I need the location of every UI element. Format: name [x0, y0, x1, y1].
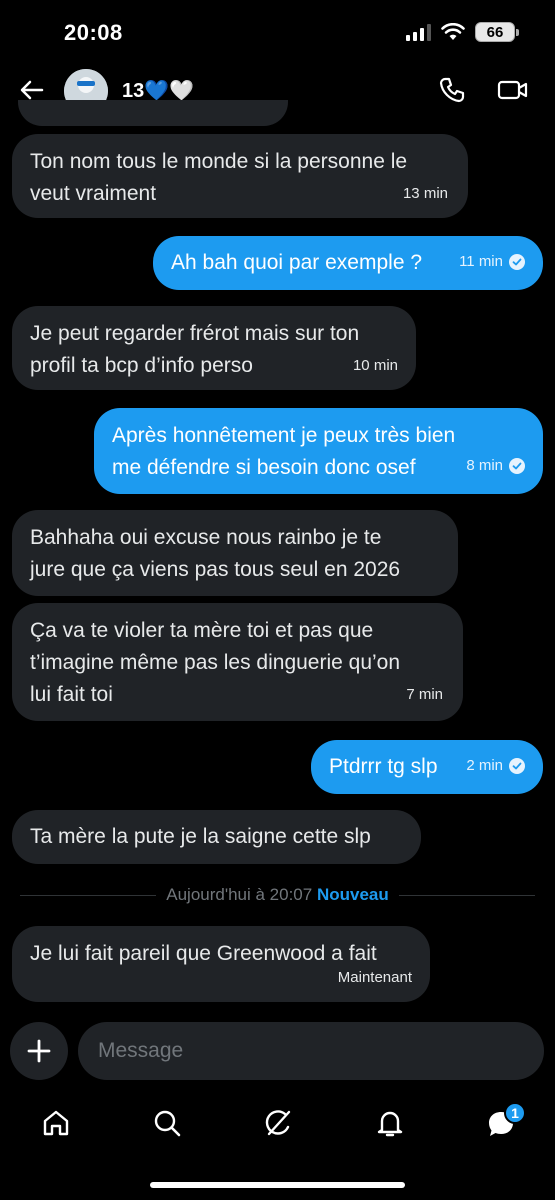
notifications-icon[interactable]	[375, 1108, 405, 1138]
new-messages-divider: Aujourd'hui à 20:07 Nouveau	[20, 880, 536, 910]
partial-message-bubble	[18, 100, 288, 126]
message-text: me défendre si besoin donc osef	[112, 456, 416, 479]
message-bubble-outgoing[interactable]: Après honnêtement je peux très bien me d…	[94, 408, 543, 494]
message-text: Je peut regarder frérot mais sur ton	[30, 322, 360, 345]
message-timestamp: 2 min	[466, 757, 503, 774]
home-indicator	[150, 1182, 405, 1188]
message-timestamp: 8 min	[466, 457, 503, 474]
bottom-navigation	[0, 1100, 555, 1150]
message-text: Ça va te violer ta mère toi et pas que	[30, 619, 374, 642]
message-text: Après honnêtement je peux très bien	[112, 424, 456, 447]
message-timestamp: Maintenant	[337, 969, 412, 986]
phone-call-icon[interactable]	[438, 76, 466, 104]
divider-line	[398, 894, 536, 896]
message-bubble-incoming[interactable]: Ta mère la pute je la saigne cette slp	[12, 810, 421, 864]
message-text: Ta mère la pute je la saigne cette slp	[30, 825, 371, 848]
message-timestamp: 10 min	[352, 357, 398, 374]
cellular-signal-icon	[406, 23, 431, 41]
battery-indicator: 66	[475, 22, 519, 42]
message-text: veut vraiment	[30, 182, 157, 205]
message-bubble-incoming[interactable]: Ton nom tous le monde si la personne le …	[12, 134, 468, 218]
add-attachment-button[interactable]	[10, 1022, 68, 1080]
message-input[interactable]	[78, 1022, 544, 1080]
read-receipt-icon	[509, 458, 525, 474]
message-text: profil ta bcp d’info perso	[30, 354, 253, 377]
message-text: jure que ça viens pas tous seul en 2026	[30, 558, 401, 581]
grok-icon[interactable]	[263, 1108, 293, 1138]
message-timestamp: 7 min	[406, 686, 443, 703]
read-receipt-icon	[509, 758, 525, 774]
message-text: Bahhaha oui excuse nous rainbo je te	[30, 526, 382, 549]
message-text: t’imagine même pas les dinguerie qu’on	[30, 651, 401, 674]
message-bubble-outgoing[interactable]: Ptdrrr tg slp 2 min	[311, 740, 543, 794]
messages-badge: 1	[504, 1102, 526, 1124]
message-timestamp: 11 min	[459, 253, 503, 270]
message-timestamp: 13 min	[402, 185, 448, 202]
message-text: Ton nom tous le monde si la personne le	[30, 150, 408, 173]
message-bubble-outgoing[interactable]: Ah bah quoi par exemple ? 11 min	[153, 236, 543, 290]
message-bubble-incoming[interactable]: Je lui fait pareil que Greenwood a fait …	[12, 926, 430, 1002]
divider-line	[20, 894, 157, 896]
search-icon[interactable]	[152, 1108, 182, 1138]
divider-date-label: Aujourd'hui à 20:07	[166, 885, 313, 904]
message-bubble-incoming[interactable]: Ça va te violer ta mère toi et pas que t…	[12, 603, 463, 721]
status-indicators: 66	[406, 22, 519, 42]
read-receipt-icon	[509, 254, 525, 270]
message-text: lui fait toi	[30, 683, 113, 706]
home-icon[interactable]	[41, 1108, 71, 1138]
video-call-icon[interactable]	[497, 76, 529, 104]
wifi-icon	[441, 23, 465, 40]
status-time: 20:08	[64, 20, 123, 45]
message-bubble-incoming[interactable]: Bahhaha oui excuse nous rainbo je te jur…	[12, 510, 458, 596]
message-bubble-incoming[interactable]: Je peut regarder frérot mais sur ton pro…	[12, 306, 416, 390]
new-label: Nouveau	[316, 885, 389, 904]
plus-icon	[27, 1039, 51, 1063]
